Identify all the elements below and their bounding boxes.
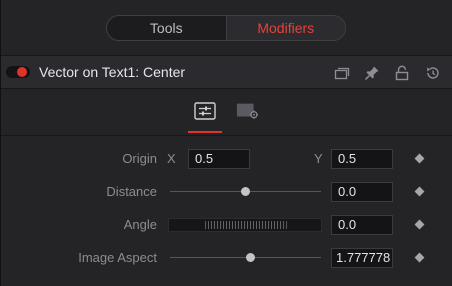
angle-thumbwheel-ticks (205, 221, 289, 229)
thumbwheel-fade-left (169, 219, 209, 231)
distance-input[interactable]: 0.0 (331, 182, 393, 202)
angle-row: Angle 0.0 (1, 208, 452, 241)
image-aspect-row: Image Aspect 1.777778 (1, 241, 452, 274)
image-aspect-slider-handle[interactable] (245, 253, 255, 262)
angle-thumbwheel[interactable] (168, 218, 322, 232)
controls-area: Origin X 0.5 Y 0.5 Distance 0.0 Angle 0.… (1, 136, 452, 286)
image-aspect-keyframe-button[interactable] (414, 252, 425, 263)
reset-icon[interactable] (424, 64, 442, 82)
pin-icon[interactable] (363, 64, 381, 82)
image-aspect-label: Image Aspect (78, 250, 157, 265)
origin-row: Origin X 0.5 Y 0.5 (1, 142, 452, 175)
enable-toggle-indicator (17, 67, 27, 77)
distance-row: Distance 0.0 (1, 175, 452, 208)
tab-modifiers[interactable]: Modifiers (226, 16, 345, 40)
tab-switcher: Tools Modifiers (106, 15, 346, 41)
controls-icon[interactable] (193, 101, 217, 121)
enable-toggle[interactable] (6, 66, 30, 78)
thumbwheel-fade-right (281, 219, 321, 231)
distance-slider-handle[interactable] (241, 187, 250, 196)
origin-x-label: X (167, 151, 176, 166)
origin-keyframe-button[interactable] (414, 153, 425, 164)
tab-bar: Tools Modifiers (1, 0, 452, 44)
angle-keyframe-button[interactable] (414, 219, 425, 230)
distance-label: Distance (106, 184, 157, 199)
distance-keyframe-button[interactable] (414, 186, 425, 197)
lock-icon[interactable] (393, 64, 411, 82)
active-subtab-indicator (188, 131, 222, 133)
angle-label: Angle (123, 217, 157, 232)
inspector-panel: Tools Modifiers Vector on Text1: Center (0, 0, 452, 286)
origin-y-input[interactable]: 0.5 (331, 149, 393, 169)
tab-tools[interactable]: Tools (107, 16, 226, 40)
sub-tab-bar (1, 89, 452, 136)
origin-label: Origin (122, 151, 157, 166)
origin-y-label: Y (314, 151, 323, 166)
image-aspect-input[interactable]: 1.777778 (331, 248, 393, 268)
duplicate-icon[interactable] (333, 64, 351, 82)
angle-input[interactable]: 0.0 (331, 215, 393, 235)
settings-icon[interactable] (236, 101, 260, 121)
modifier-title: Vector on Text1: Center (39, 64, 186, 80)
modifier-header: Vector on Text1: Center (1, 55, 452, 89)
origin-x-input[interactable]: 0.5 (188, 149, 250, 169)
